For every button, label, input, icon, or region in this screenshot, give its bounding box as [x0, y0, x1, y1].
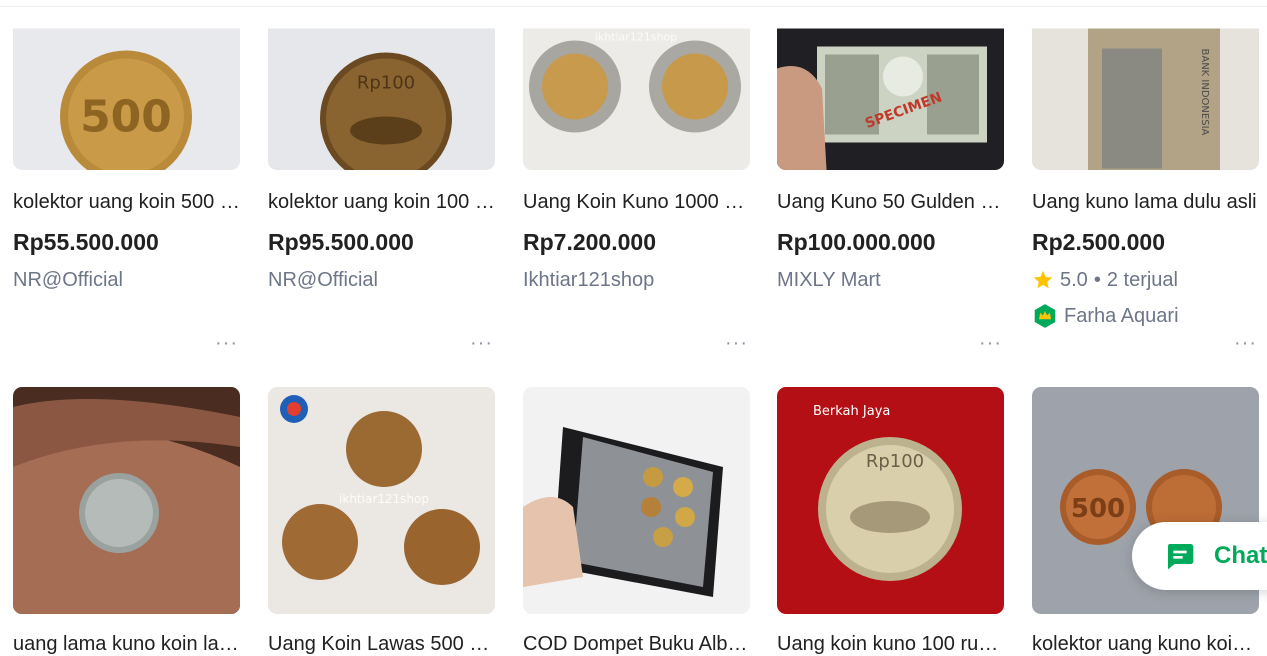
chat-button[interactable]: Chat: [1132, 522, 1267, 590]
shop-name: MIXLY Mart: [777, 269, 881, 291]
product-price: Rp7.200.000: [523, 229, 656, 255]
product-image[interactable]: SPECIMEN: [777, 0, 1004, 170]
chat-icon: [1167, 544, 1194, 570]
product-price: Rp2.500.000: [1032, 229, 1165, 255]
more-options-icon[interactable]: ···: [979, 333, 1002, 353]
product-photo: [523, 387, 750, 614]
product-image[interactable]: Rp100: [268, 0, 495, 170]
product-title[interactable]: COD Dompet Buku Album Koin: [523, 632, 750, 656]
product-photo: ikhtiar121shop: [268, 387, 495, 614]
product-title[interactable]: Uang kuno lama dulu asli: [1032, 190, 1259, 214]
rating-separator: •: [1093, 269, 1101, 291]
svg-text:Rp100: Rp100: [357, 73, 415, 94]
product-photo: Berkah Jaya Rp100: [777, 387, 1004, 614]
star-icon: [1033, 270, 1053, 289]
image-watermark: ikhtiar121shop: [595, 31, 677, 44]
product-photo: 500: [13, 28, 240, 170]
shop-row: Farha Aquari: [1032, 303, 1179, 329]
more-options-icon[interactable]: ···: [470, 333, 493, 353]
shop-name: NR@Official: [13, 269, 123, 291]
product-title[interactable]: kolektor uang kuno koin 500: [1032, 632, 1259, 656]
product-photo: SPECIMEN: [777, 28, 1004, 170]
product-photo: ikhtiar121shop: [523, 28, 750, 170]
product-image[interactable]: [13, 387, 240, 614]
product-title[interactable]: Uang Koin Lawas 500 rupiah: [268, 632, 495, 656]
product-title[interactable]: Uang Kuno 50 Gulden Wayang: [777, 190, 1004, 214]
product-image[interactable]: ikhtiar121shop: [268, 387, 495, 614]
more-options-icon[interactable]: ···: [215, 333, 238, 353]
product-photo: BANK INDONESIA: [1032, 28, 1259, 170]
sold-count: 2 terjual: [1106, 269, 1178, 291]
image-watermark: ikhtiar121shop: [339, 492, 429, 506]
svg-text:500: 500: [80, 92, 172, 143]
svg-text:Rp100: Rp100: [866, 451, 924, 472]
product-title[interactable]: Uang koin kuno 100 rupiah: [777, 632, 1004, 656]
shop-name: Farha Aquari: [1064, 305, 1179, 327]
rating-row: 5.0 • 2 terjual: [1032, 268, 1178, 292]
product-image[interactable]: BANK INDONESIA: [1032, 0, 1259, 170]
product-title[interactable]: kolektor uang koin 100 rupiah: [268, 190, 495, 214]
shop-name: Ikhtiar121shop: [523, 269, 655, 291]
more-options-icon[interactable]: ···: [725, 333, 748, 353]
product-title[interactable]: kolektor uang koin 500 rupiah: [13, 190, 240, 214]
more-options-icon[interactable]: ···: [1234, 333, 1257, 353]
product-image[interactable]: Berkah Jaya Rp100: [777, 387, 1004, 614]
shop-name: NR@Official: [268, 269, 378, 291]
product-title[interactable]: Uang Koin Kuno 1000 rupiah: [523, 190, 750, 214]
product-image[interactable]: ikhtiar121shop: [523, 0, 750, 170]
shop-badge-icon: [1034, 304, 1056, 328]
image-overlay-text: BANK INDONESIA: [1199, 49, 1210, 136]
rating-value: 5.0: [1060, 269, 1088, 291]
image-overlay-text: Berkah Jaya: [813, 404, 890, 419]
product-image[interactable]: 500: [13, 0, 240, 170]
svg-text:500: 500: [1071, 494, 1125, 524]
product-title[interactable]: uang lama kuno koin langka: [13, 632, 240, 656]
product-price: Rp100.000.000: [777, 229, 936, 255]
product-photo: [13, 387, 240, 614]
product-price: Rp55.500.000: [13, 229, 159, 255]
product-price: Rp95.500.000: [268, 229, 414, 255]
product-photo: Rp100: [268, 28, 495, 170]
product-image[interactable]: [523, 387, 750, 614]
chat-label: Chat: [1214, 542, 1267, 569]
